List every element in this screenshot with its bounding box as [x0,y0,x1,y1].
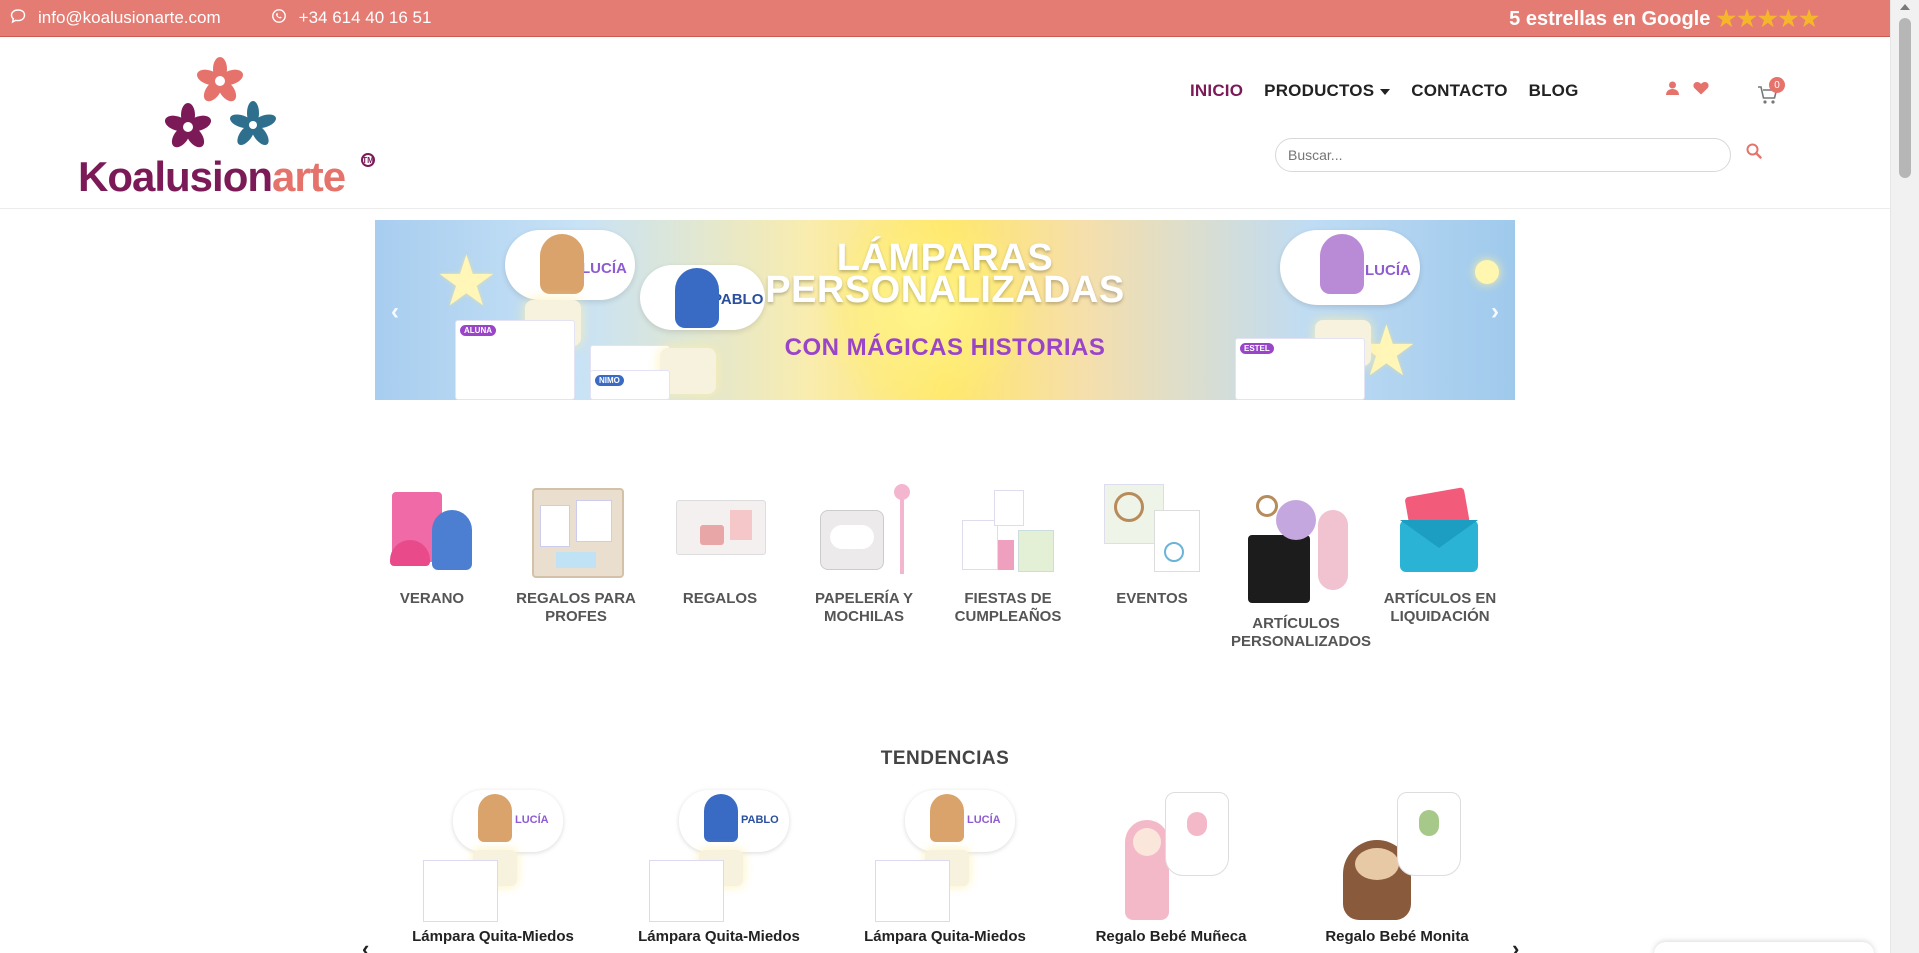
product-image: LUCÍA [423,790,563,925]
chat-widget-tab[interactable] [1654,942,1874,953]
category-thumb [526,480,626,580]
product-name[interactable]: Regalo Bebé Muñeca [1076,928,1266,945]
product-name[interactable]: Lámpara Quita-Miedos [624,928,814,945]
category-thumb [1390,480,1490,580]
category-eventos[interactable]: EVENTOS [1087,480,1217,608]
category-label: REGALOS [682,590,758,607]
product-image [1327,790,1467,925]
banner-card: NIMO [590,370,670,400]
category-thumb [958,480,1058,580]
heart-icon[interactable] [1693,81,1709,100]
category-articulos-personalizados[interactable]: ARTÍCULOS PERSONALIZADOS [1231,490,1372,651]
product-image: LUCÍA [875,790,1015,925]
banner-card-title: NIMO [595,375,624,386]
category-papeleria-y-mochilas[interactable]: PAPELERÍA Y MOCHILAS [799,480,929,626]
product-image [1101,790,1241,925]
logo-word-koalusion: Koalusion [78,153,273,200]
category-thumb [670,480,770,580]
scrollbar-thumb[interactable] [1899,18,1911,178]
cart-count-badge: 0 [1769,77,1785,93]
category-thumb [1102,480,1202,580]
product-name[interactable]: Lámpara Quita-Miedos [850,928,1040,945]
category-thumb [1236,490,1356,605]
product-card[interactable]: PABLO Lámpara Quita-Miedos [624,790,814,945]
carousel-prev-arrow-icon[interactable]: ‹ [362,936,369,953]
category-fiestas-de-cumpleanos[interactable]: FIESTAS DE CUMPLEAÑOS [943,480,1073,626]
product-card[interactable]: Regalo Bebé Monita [1302,790,1492,945]
nav-blog[interactable]: BLOG [1529,81,1579,101]
category-verano[interactable]: VERANO [367,480,497,608]
category-label: PAPELERÍA Y MOCHILAS [814,590,914,625]
category-label: ARTÍCULOS EN LIQUIDACIÓN [1383,590,1497,625]
chat-bubble-icon [10,8,26,29]
site-logo[interactable]: Koalusionarte TM [78,57,378,200]
chevron-down-icon [1380,88,1391,95]
banner-subtitle: CON MÁGICAS HISTORIAS [784,334,1106,361]
category-label: FIESTAS DE CUMPLEAÑOS [954,590,1062,625]
trending-carousel: LUCÍA Lámpara Quita-Miedos PABLO Lámpara… [375,790,1515,953]
site-header: Koalusionarte TM INICIO PRODUCTOS CONTAC… [0,37,1890,209]
search-icon[interactable] [1746,143,1762,164]
banner-title-line2: PERSONALIZADAS [765,269,1125,311]
product-name-tag: LUCÍA [515,814,549,826]
phone-text[interactable]: +34 614 40 16 51 [299,8,432,28]
category-thumb [382,480,482,580]
flower-logo-icon [164,57,276,148]
category-regalos-para-profes[interactable]: REGALOS PARA PROFES [511,480,641,626]
trending-title: TENDENCIAS [880,748,1010,769]
hero-banner[interactable]: ★ ★ LUCÍA ALUNA PABLO NIMO LUCÍA ESTEL L… [375,220,1515,400]
header-icons [1666,81,1709,100]
category-thumb [814,480,914,580]
nav-contacto[interactable]: CONTACTO [1411,81,1507,101]
logo-wordmark: Koalusionarte [78,153,346,201]
nav-productos[interactable]: PRODUCTOS [1264,81,1391,101]
rating-text: 5 estrellas en Google [1509,7,1711,30]
banner-prev-arrow-icon[interactable]: ‹ [391,298,399,326]
product-name[interactable]: Regalo Bebé Monita [1302,928,1492,945]
product-name-tag: PABLO [741,814,779,826]
cart-icon[interactable]: 0 [1757,77,1785,111]
product-name[interactable]: Lámpara Quita-Miedos [398,928,588,945]
page-scrollbar[interactable] [1890,0,1919,953]
banner-next-arrow-icon[interactable]: › [1491,298,1499,326]
rating-stars: ★★★★★ [1716,6,1820,31]
scroll-up-arrow-icon[interactable] [1900,4,1910,10]
trademark-badge: TM [361,153,375,167]
category-articulos-en-liquidacion[interactable]: ARTÍCULOS EN LIQUIDACIÓN [1375,480,1505,626]
category-label: REGALOS PARA PROFES [516,590,636,625]
category-label: EVENTOS [1116,590,1188,607]
banner-title: LÁMPARAS PERSONALIZADAS [375,239,1515,311]
user-icon[interactable] [1666,81,1679,100]
product-image: PABLO [649,790,789,925]
category-label: ARTÍCULOS PERSONALIZADOS [1231,615,1372,650]
category-regalos[interactable]: REGALOS [655,480,785,608]
product-card[interactable]: Regalo Bebé Muñeca [1076,790,1266,945]
product-card[interactable]: LUCÍA Lámpara Quita-Miedos [850,790,1040,945]
phone-contact[interactable]: +34 614 40 16 51 [271,8,432,29]
google-rating[interactable]: 5 estrellas en Google ★★★★★ [1509,6,1820,32]
search-input[interactable] [1275,138,1731,172]
top-bar: info@koalusionarte.com +34 614 40 16 51 … [0,0,1890,37]
category-label: VERANO [399,590,465,607]
product-card[interactable]: LUCÍA Lámpara Quita-Miedos [398,790,588,945]
main-nav: INICIO PRODUCTOS CONTACTO BLOG [1190,81,1600,101]
email-contact[interactable]: info@koalusionarte.com [10,8,221,29]
whatsapp-icon [271,8,287,29]
product-name-tag: LUCÍA [967,814,1001,826]
email-text[interactable]: info@koalusionarte.com [38,8,221,28]
nav-inicio[interactable]: INICIO [1190,81,1243,101]
logo-word-arte: arte [272,153,346,200]
category-grid: VERANO REGALOS PARA PROFES REGALOS PAPEL… [375,480,1515,680]
nav-productos-label: PRODUCTOS [1264,81,1375,100]
